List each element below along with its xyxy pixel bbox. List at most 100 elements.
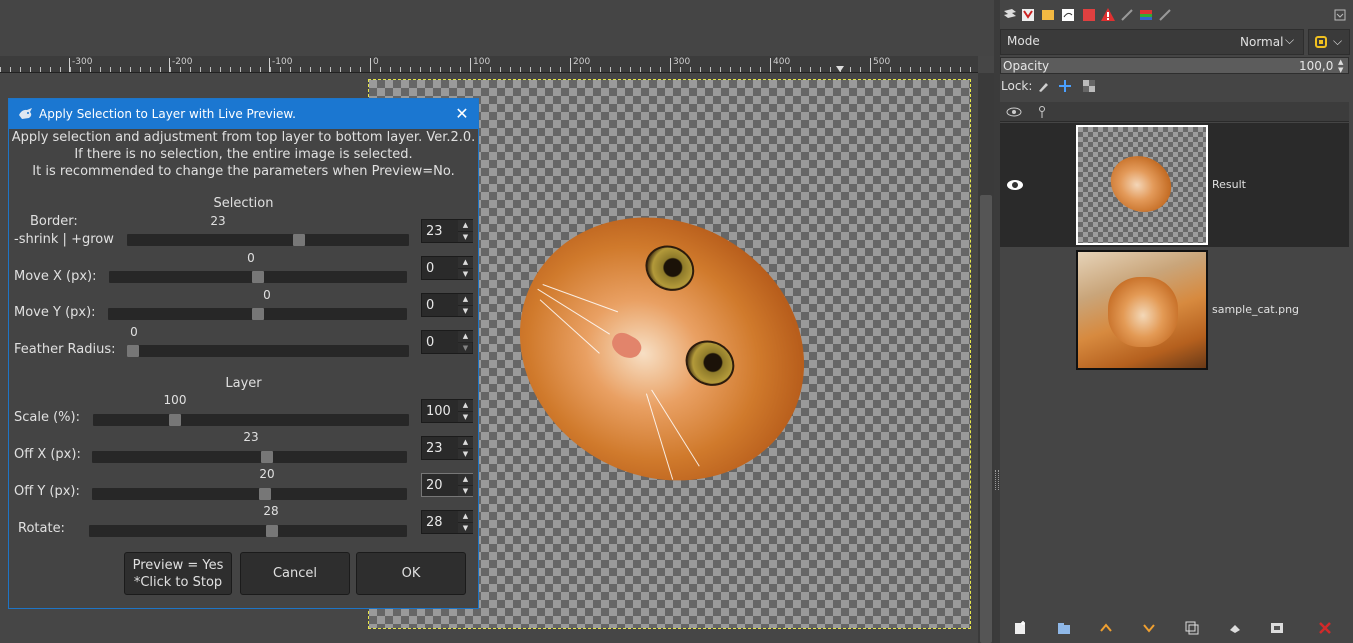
- increment-icon[interactable]: ▲: [458, 331, 473, 342]
- move-y-slider-thumb[interactable]: [252, 308, 264, 320]
- tool-options-tab-icon[interactable]: [1119, 7, 1135, 23]
- dock-menu-icon[interactable]: [1332, 7, 1348, 23]
- lock-alpha-icon[interactable]: [1082, 79, 1096, 93]
- off-x-spin-input[interactable]: 23 ▲ ▼: [421, 436, 473, 460]
- warning-tab-icon[interactable]: [1100, 7, 1116, 23]
- patterns-tab-icon[interactable]: [1040, 7, 1056, 23]
- dialog-title-bar[interactable]: Apply Selection to Layer with Live Previ…: [9, 99, 478, 129]
- duplicate-layer-icon[interactable]: [1184, 620, 1200, 636]
- rotate-slider[interactable]: [89, 525, 407, 537]
- increment-icon[interactable]: ▲: [458, 257, 473, 268]
- horizontal-ruler[interactable]: -300 -200 -100 0 100 200 300 400 500: [0, 56, 978, 73]
- scale-slider[interactable]: [93, 414, 409, 426]
- increment-icon[interactable]: ▲: [458, 474, 473, 485]
- rotate-slider-thumb[interactable]: [266, 525, 278, 537]
- layer-row-result[interactable]: Result: [1000, 123, 1349, 247]
- lower-layer-icon[interactable]: [1141, 620, 1157, 636]
- composite-mode-button[interactable]: ⌵: [1308, 29, 1350, 55]
- close-icon[interactable]: ✕: [452, 104, 472, 124]
- increment-icon[interactable]: ▲: [458, 294, 473, 305]
- move-y-value-label: 0: [263, 288, 271, 302]
- layer-thumbnail[interactable]: [1076, 125, 1208, 245]
- history-tab-icon[interactable]: [1157, 7, 1173, 23]
- ruler-major-tick: [69, 58, 70, 72]
- decrement-icon[interactable]: ▼: [458, 231, 473, 242]
- scale-spin-input[interactable]: 100 ▲ ▼: [421, 399, 473, 423]
- chain-link-icon[interactable]: [1036, 105, 1048, 119]
- border-sublabel: -shrink | +grow: [14, 232, 114, 247]
- opacity-slider[interactable]: [1000, 57, 1349, 74]
- eye-icon[interactable]: [1006, 105, 1022, 119]
- raise-layer-icon[interactable]: [1098, 620, 1114, 636]
- border-slider[interactable]: [127, 234, 409, 246]
- layer-name[interactable]: Result: [1212, 178, 1246, 191]
- layer-name[interactable]: sample_cat.png: [1212, 303, 1299, 316]
- off-y-spin-input[interactable]: 20 ▲ ▼: [421, 473, 473, 497]
- off-y-slider-thumb[interactable]: [259, 488, 271, 500]
- lock-pixels-icon[interactable]: [1036, 80, 1050, 94]
- channels-tab-icon[interactable]: [1020, 7, 1036, 23]
- move-x-slider[interactable]: [109, 271, 407, 283]
- ruler-minor-ticks: [0, 67, 978, 72]
- decrement-icon[interactable]: ▼: [458, 485, 473, 496]
- new-layer-icon[interactable]: [1012, 620, 1028, 636]
- ruler-label: 0: [373, 57, 379, 67]
- ruler-major-tick: [570, 58, 571, 72]
- layer-row-sample-cat[interactable]: sample_cat.png: [1000, 248, 1349, 372]
- anchor-layer-icon[interactable]: [1227, 620, 1243, 636]
- feather-slider-thumb[interactable]: [127, 345, 139, 357]
- decrement-icon[interactable]: ▼: [458, 342, 473, 353]
- cat-eye-left: [637, 237, 703, 300]
- decrement-icon[interactable]: ▼: [458, 268, 473, 279]
- move-y-spin-input[interactable]: 0 ▲ ▼: [421, 293, 473, 317]
- decrement-icon[interactable]: ▼: [458, 448, 473, 459]
- feather-radius-spin-input[interactable]: 0 ▲ ▼: [421, 330, 473, 354]
- decrement-icon[interactable]: ▼: [458, 411, 473, 422]
- rotate-spin-input[interactable]: 28 ▲ ▼: [421, 510, 473, 534]
- dialog-description-line: Apply selection and adjustment from top …: [11, 130, 476, 145]
- off-x-slider-thumb[interactable]: [261, 451, 273, 463]
- decrement-icon[interactable]: ▼: [458, 522, 473, 533]
- feather-radius-slider[interactable]: [127, 345, 409, 357]
- opacity-label: Opacity: [1003, 59, 1050, 73]
- ok-button[interactable]: OK: [356, 552, 466, 595]
- vertical-scrollbar-thumb[interactable]: [980, 195, 992, 643]
- decrement-icon[interactable]: ▼: [458, 305, 473, 316]
- layers-list-empty-area[interactable]: [1000, 373, 1349, 613]
- lock-position-icon[interactable]: [1058, 79, 1072, 93]
- move-x-slider-thumb[interactable]: [252, 271, 264, 283]
- eye-icon[interactable]: [1006, 178, 1024, 192]
- border-slider-thumb[interactable]: [293, 234, 305, 246]
- cancel-button[interactable]: Cancel: [240, 552, 350, 595]
- off-y-slider[interactable]: [92, 488, 407, 500]
- splitter-grip[interactable]: [995, 470, 999, 490]
- new-layer-group-icon[interactable]: [1056, 620, 1072, 636]
- paths-tab-icon[interactable]: [1060, 7, 1076, 23]
- ruler-label: -200: [172, 57, 193, 67]
- increment-icon[interactable]: ▲: [458, 220, 473, 231]
- off-x-value-label: 23: [243, 430, 259, 444]
- layers-tab-icon[interactable]: [1002, 7, 1018, 23]
- gradients-tab-icon[interactable]: [1138, 7, 1154, 23]
- brushes-tab-icon[interactable]: [1081, 7, 1097, 23]
- off-x-slider[interactable]: [92, 451, 407, 463]
- opacity-spin-arrows-icon[interactable]: ▲ ▼: [1338, 58, 1343, 74]
- increment-icon[interactable]: ▲: [458, 511, 473, 522]
- increment-icon[interactable]: ▲: [458, 437, 473, 448]
- ruler-major-tick: [770, 58, 771, 72]
- ruler-major-tick: [470, 58, 471, 72]
- move-x-spin-input[interactable]: 0 ▲ ▼: [421, 256, 473, 280]
- increment-icon[interactable]: ▲: [458, 400, 473, 411]
- ruler-major-tick: [870, 58, 871, 72]
- layer-thumbnail[interactable]: [1076, 250, 1208, 370]
- move-y-slider[interactable]: [108, 308, 407, 320]
- chevron-down-icon: ⌵: [1333, 34, 1343, 48]
- move-y-spin-value: 0: [426, 298, 435, 313]
- dialog-title: Apply Selection to Layer with Live Previ…: [39, 107, 296, 121]
- preview-toggle-button[interactable]: Preview = Yes *Click to Stop: [124, 552, 232, 595]
- delete-layer-icon[interactable]: [1317, 620, 1333, 636]
- scale-slider-thumb[interactable]: [169, 414, 181, 426]
- dock-tab-bar: [1000, 3, 1353, 25]
- border-spin-input[interactable]: 23 ▲ ▼: [421, 219, 473, 243]
- mask-layer-icon[interactable]: [1269, 620, 1285, 636]
